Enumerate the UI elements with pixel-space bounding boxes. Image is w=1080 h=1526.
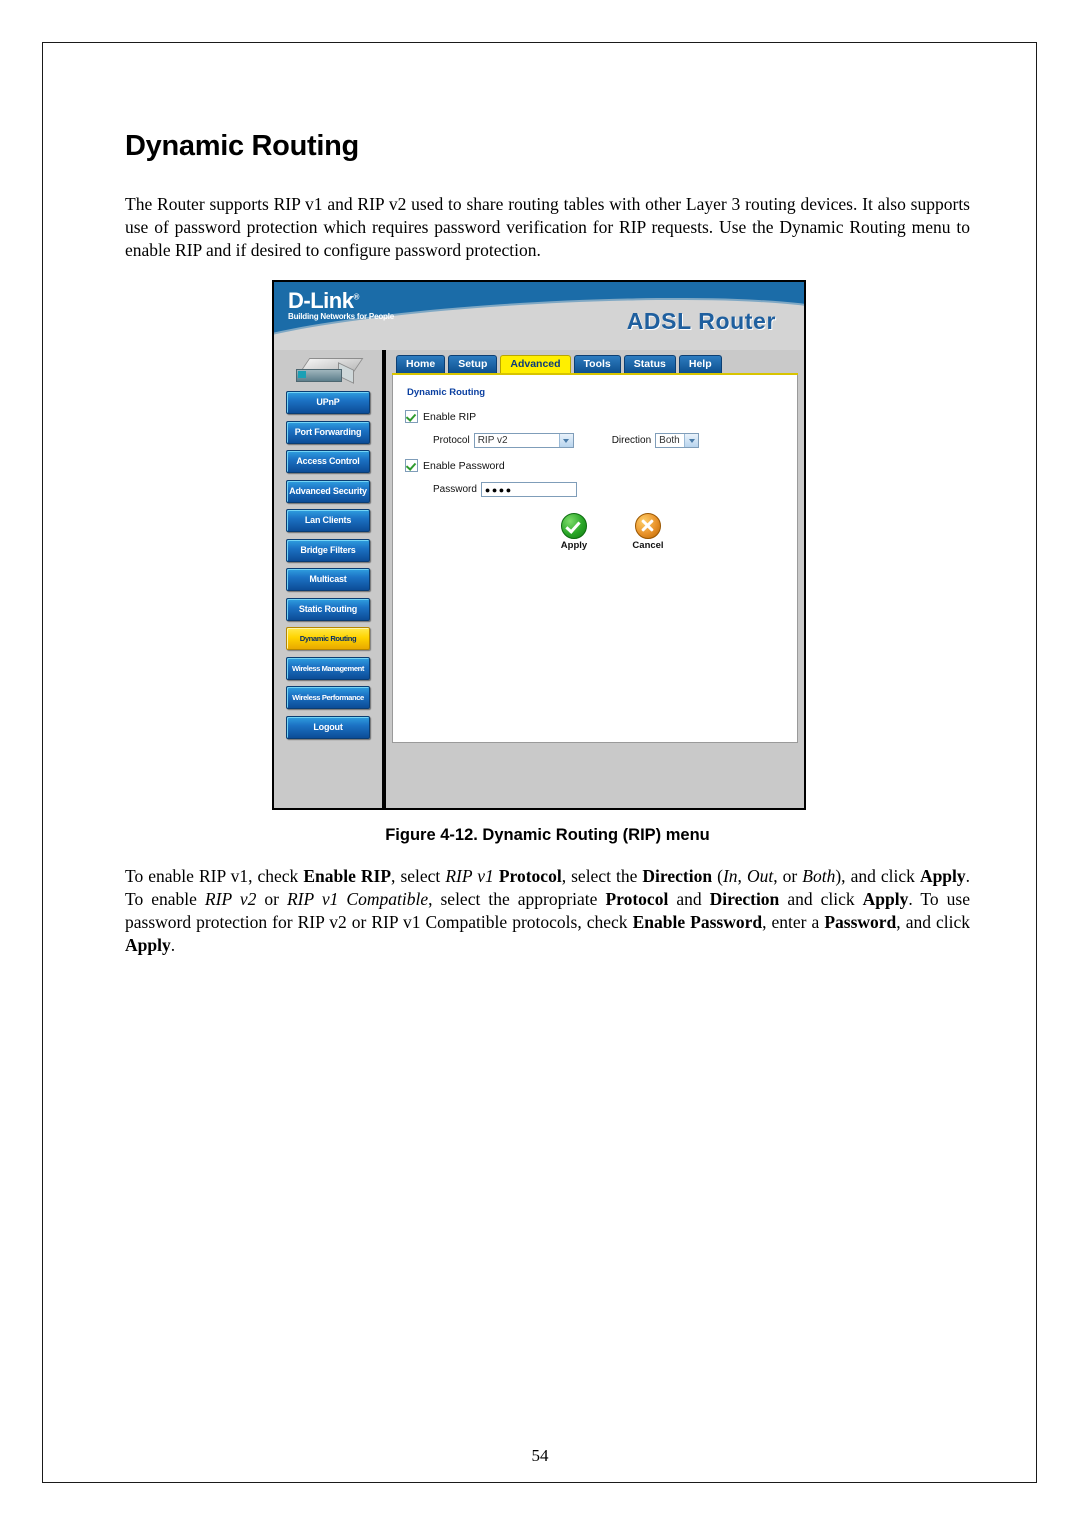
tab-advanced[interactable]: Advanced bbox=[500, 355, 571, 373]
protocol-select[interactable]: RIP v2 bbox=[473, 433, 574, 448]
nav-tabbar: Home Setup Advanced Tools Status Help bbox=[392, 355, 798, 373]
sidebar-item-static-routing[interactable]: Static Routing bbox=[286, 597, 370, 621]
enable-password-checkbox[interactable] bbox=[405, 459, 418, 472]
apply-button[interactable]: Apply bbox=[548, 513, 600, 551]
sidebar-item-wireless-performance[interactable]: Wireless Performance bbox=[286, 686, 370, 709]
enable-rip-row: Enable RIP bbox=[405, 410, 785, 423]
tab-home[interactable]: Home bbox=[396, 355, 446, 373]
enable-rip-checkbox[interactable] bbox=[405, 410, 418, 423]
tab-help[interactable]: Help bbox=[678, 355, 722, 373]
cancel-button[interactable]: Cancel bbox=[622, 513, 674, 551]
sidebar-item-logout[interactable]: Logout bbox=[286, 715, 370, 739]
tab-setup[interactable]: Setup bbox=[448, 355, 498, 373]
protocol-label: Protocol bbox=[433, 435, 470, 446]
router-device-icon bbox=[296, 358, 364, 384]
chevron-down-icon[interactable] bbox=[684, 434, 699, 447]
router-ui-screenshot: D-Link® Building Networks for People ADS… bbox=[272, 280, 806, 810]
sidebar-item-access-control[interactable]: Access Control bbox=[286, 450, 370, 473]
sidebar-button-list: UPnP Port Forwarding Access Control Advance… bbox=[274, 391, 382, 739]
direction-value: Both bbox=[659, 435, 680, 446]
product-title: ADSL Router bbox=[626, 308, 776, 334]
trademark-icon: ® bbox=[353, 292, 359, 302]
password-row: Password ●●●● bbox=[433, 482, 785, 497]
page-content: Dynamic Routing The Router supports RIP … bbox=[125, 130, 970, 262]
enable-rip-label: Enable RIP bbox=[423, 410, 477, 423]
ui-header-banner: D-Link® Building Networks for People ADS… bbox=[274, 282, 804, 350]
sidebar-item-port-forwarding[interactable]: Port Forwarding bbox=[286, 420, 370, 444]
x-circle-icon bbox=[635, 513, 661, 539]
tab-tools[interactable]: Tools bbox=[573, 355, 621, 373]
sidebar-item-dynamic-routing[interactable]: Dynamic Routing bbox=[286, 627, 370, 650]
page-title: Dynamic Routing bbox=[125, 130, 359, 162]
ui-sidebar: UPnP Port Forwarding Access Control Advance… bbox=[274, 350, 386, 808]
brand-name: D-Link bbox=[288, 288, 354, 313]
page-number: 54 bbox=[531, 1446, 549, 1465]
enable-password-label: Enable Password bbox=[423, 459, 505, 472]
brand-tagline: Building Networks for People bbox=[288, 312, 394, 321]
password-input[interactable]: ●●●● bbox=[480, 482, 577, 497]
instructions-text: To enable RIP v1, check Enable RIP, sele… bbox=[125, 866, 971, 956]
chevron-down-icon[interactable] bbox=[558, 434, 573, 447]
protocol-value: RIP v2 bbox=[477, 435, 508, 446]
sidebar-item-bridge-filters[interactable]: Bridge Filters bbox=[286, 538, 370, 562]
enable-password-row: Enable Password bbox=[405, 459, 785, 472]
dlink-logo: D-Link® Building Networks for People bbox=[288, 290, 394, 322]
direction-select[interactable]: Both bbox=[655, 433, 700, 448]
sidebar-item-multicast[interactable]: Multicast bbox=[286, 568, 370, 591]
protocol-direction-row: Protocol RIP v2 Direction Both bbox=[433, 433, 785, 448]
direction-label: Direction bbox=[611, 435, 652, 446]
sidebar-item-wireless-management[interactable]: Wireless Management bbox=[286, 656, 370, 680]
intro-paragraph: The Router supports RIP v1 and RIP v2 us… bbox=[125, 194, 970, 261]
ui-body: UPnP Port Forwarding Access Control Advance… bbox=[274, 350, 804, 808]
content-panel: Dynamic Routing Enable RIP Protocol RIP … bbox=[392, 375, 798, 743]
cancel-label: Cancel bbox=[632, 540, 664, 551]
sidebar-item-lan-clients[interactable]: Lan Clients bbox=[286, 509, 370, 532]
password-label: Password bbox=[433, 484, 477, 495]
check-circle-icon bbox=[561, 513, 587, 539]
sidebar-item-advanced-security[interactable]: Advanced Security bbox=[286, 479, 370, 503]
panel-title: Dynamic Routing bbox=[407, 387, 486, 398]
ui-main: Home Setup Advanced Tools Status Help Dynamic… bbox=[386, 350, 804, 808]
sidebar-item-upnp[interactable]: UPnP bbox=[286, 391, 370, 414]
action-buttons: Apply Cancel bbox=[405, 513, 785, 551]
tab-status[interactable]: Status bbox=[623, 355, 676, 373]
apply-label: Apply bbox=[560, 540, 588, 551]
instructions-paragraph: To enable RIP v1, check Enable RIP, sele… bbox=[125, 865, 970, 957]
figure-caption: Figure 4-12. Dynamic Routing (RIP) menu bbox=[385, 826, 710, 844]
